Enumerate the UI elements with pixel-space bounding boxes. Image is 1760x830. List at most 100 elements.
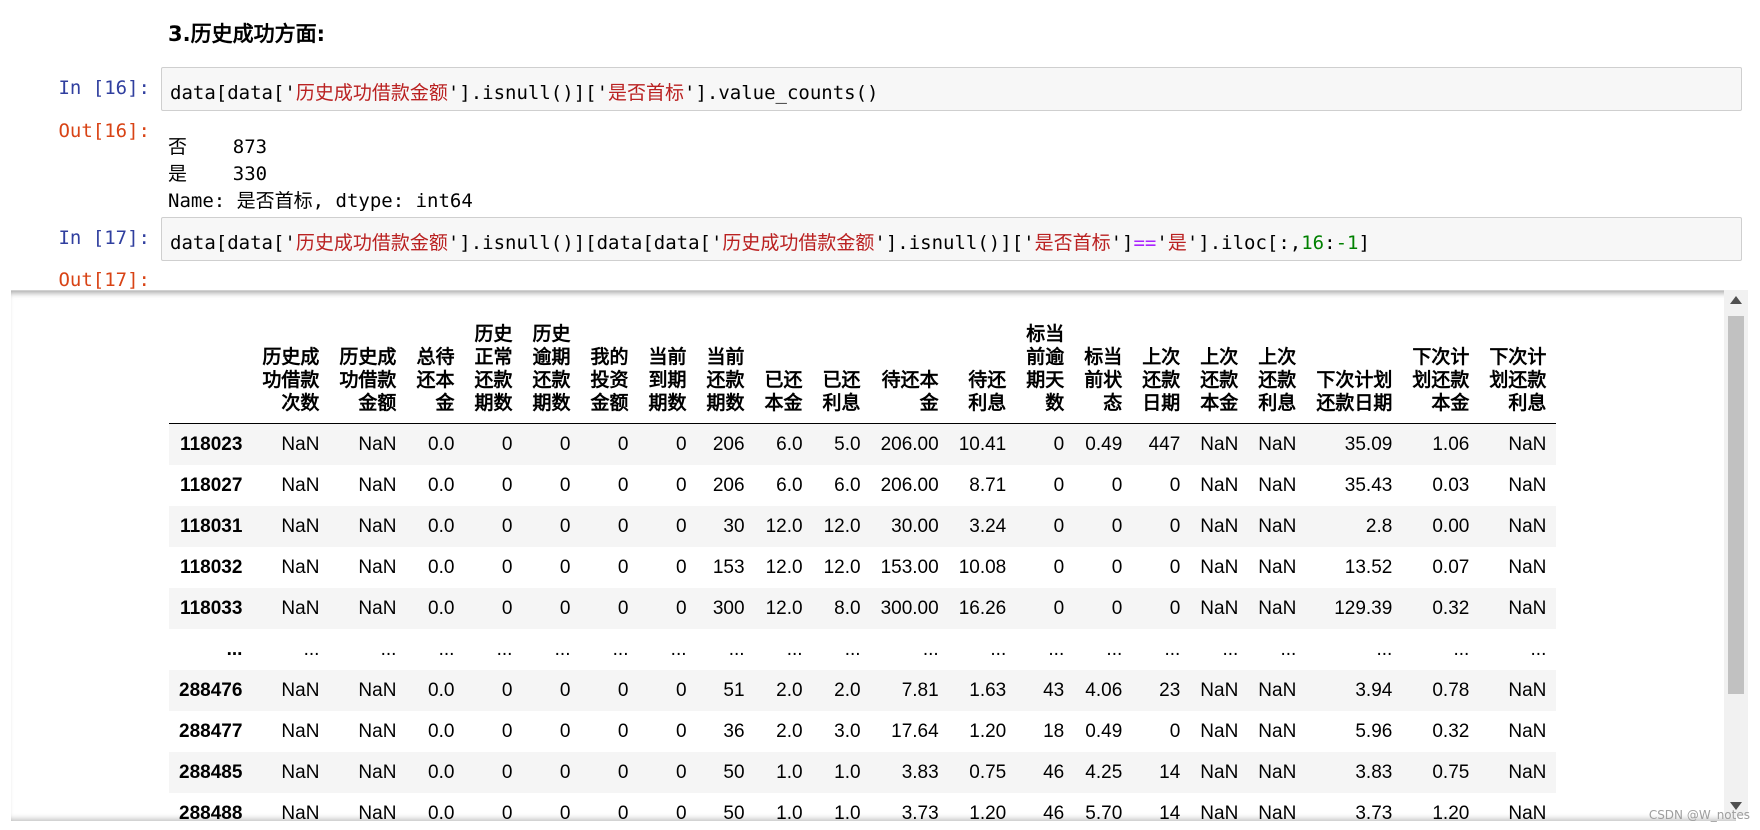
table-cell: 0 (675, 556, 687, 578)
column-header: 总待 还本金 (406, 321, 465, 424)
column-header-line: 划还款 (1412, 370, 1470, 391)
table-cell: 0 (617, 597, 629, 619)
column-header-line: 还款 (532, 370, 571, 391)
output-scroll-area[interactable]: 历史成 功借款 次数 历史成 功借款 金额 总待 还本金历史 正常 还款 期数 历史 逾期 还款 期数 我的投… (11, 290, 1736, 821)
column-header: 待还 利息 (948, 321, 1017, 424)
table-cell: NaN (281, 679, 320, 701)
table-cell: 3.24 (969, 515, 1007, 537)
code-cell-17[interactable]: data[data['历史成功借款金额'].isnull()][data[dat… (161, 217, 1742, 261)
output-prompt-16: Out[16]: (58, 120, 150, 142)
column-header-line: 金 (435, 393, 455, 414)
table-cell: 10.08 (958, 556, 1007, 578)
table-cell: 0 (617, 720, 629, 742)
column-header: 标当 前状态 (1074, 321, 1133, 424)
table-cell: 0 (1169, 720, 1181, 742)
table-cell: 0 (675, 720, 687, 742)
vertical-scrollbar[interactable] (1724, 290, 1748, 816)
table-cell: 0.0 (428, 556, 455, 578)
table-cell: 3.83 (901, 761, 939, 783)
table-cell: 14 (1159, 761, 1181, 783)
row-index: 288477 (179, 720, 243, 742)
table-cell: ... (496, 638, 513, 660)
table-cell: 0.75 (969, 761, 1007, 783)
table-cell: NaN (1258, 679, 1297, 701)
table-cell: ... (844, 638, 861, 660)
table-cell: NaN (358, 556, 397, 578)
table-cell: 0 (617, 433, 629, 455)
table-cell: 0 (1053, 597, 1065, 619)
table-cell: 0.0 (428, 802, 455, 822)
table-cell: NaN (1508, 720, 1547, 742)
table-cell: ... (1376, 638, 1393, 660)
table-cell: 0.0 (428, 597, 455, 619)
column-header-line: 历史 (532, 324, 571, 345)
column-header-line: 金额 (358, 393, 397, 414)
table-cell: 0 (1169, 515, 1181, 537)
column-header: 当前 还款 期数 (696, 321, 755, 424)
table-row: 118031 NaN NaN 0.0 0 0 0 0 30 12.0 12.0 30.00 3.24 0 0… (169, 506, 1557, 547)
table-cell: 46 (1043, 761, 1065, 783)
table-cell: 0 (559, 515, 571, 537)
table-cell: NaN (281, 556, 320, 578)
scrollbar-thumb[interactable] (1728, 316, 1744, 694)
table-cell: NaN (1258, 556, 1297, 578)
code-cell-16[interactable]: data[data['历史成功借款金额'].isnull()]['是否首标'].… (161, 67, 1742, 111)
column-header: 上次 还款 日期 (1132, 321, 1191, 424)
column-header: 历史成 功借款 次数 (252, 321, 330, 424)
column-header-line: 还款 (474, 370, 513, 391)
table-cell: 46 (1043, 802, 1065, 822)
table-cell: 0 (617, 802, 629, 822)
column-header-line: 还款日期 (1316, 393, 1393, 414)
code-token: == (1133, 232, 1157, 254)
table-cell: NaN (1258, 720, 1297, 742)
table-cell: 153 (712, 556, 745, 578)
table-cell: ... (1106, 638, 1123, 660)
column-header-line: 当前 (706, 347, 745, 368)
table-cell: NaN (1258, 802, 1297, 822)
column-header: 当前 到期 期数 (638, 321, 697, 424)
table-cell: ... (1280, 638, 1297, 660)
table-cell: 1.0 (834, 802, 861, 822)
table-cell: NaN (358, 515, 397, 537)
column-header-line: 已还 (822, 370, 861, 391)
table-cell: 14 (1159, 802, 1181, 822)
table-cell: 0 (501, 515, 513, 537)
table-cell: 0 (501, 474, 513, 496)
table-cell: 0 (1169, 474, 1181, 496)
table-cell: 12.0 (765, 515, 803, 537)
table-cell: ... (1453, 638, 1470, 660)
column-header-line: 标当 (1084, 347, 1123, 368)
row-index: 118027 (180, 474, 243, 496)
table-cell: NaN (1508, 515, 1547, 537)
table-cell: 0 (617, 679, 629, 701)
table-cell: NaN (1200, 720, 1239, 742)
column-header: 历史 正常 还款 期数 (464, 321, 523, 424)
table-row: ........................................… (169, 629, 1556, 670)
code-token: '].value_counts() (684, 82, 879, 104)
table-cell: 23 (1159, 679, 1181, 701)
table-cell: 0 (501, 556, 513, 578)
table-cell: NaN (358, 802, 397, 822)
row-index: 118031 (180, 515, 243, 537)
column-header-line: 还款 (706, 370, 745, 391)
table-cell: 0 (1053, 474, 1065, 496)
table-cell: 0 (1169, 556, 1181, 578)
table-cell: 0 (617, 474, 629, 496)
table-cell: NaN (1508, 474, 1547, 496)
table-cell: 0 (675, 474, 687, 496)
column-header-line: 待还本 (881, 370, 939, 391)
column-header-line: 下次计 (1489, 347, 1547, 368)
table-row: 118032 NaN NaN 0.0 0 0 0 0 153 12.0 12.0 153.00 10.0… (169, 547, 1556, 588)
table-cell: 0 (559, 679, 571, 701)
code-token: '] (1110, 232, 1134, 254)
code-text: data[data['历史成功借款金额'].isnull()]['是否首标'].… (170, 78, 879, 105)
table-cell: 4.06 (1085, 679, 1123, 701)
scroll-up-arrow-icon[interactable] (1730, 296, 1742, 304)
table-cell: NaN (281, 720, 320, 742)
table-cell: 0 (617, 515, 629, 537)
table-cell: ... (990, 638, 1007, 660)
column-header: 上次 还款 本金 (1190, 321, 1249, 424)
code-token: ' (1156, 232, 1168, 254)
table-cell: ... (1164, 638, 1181, 660)
table-cell: 2.0 (834, 679, 861, 701)
